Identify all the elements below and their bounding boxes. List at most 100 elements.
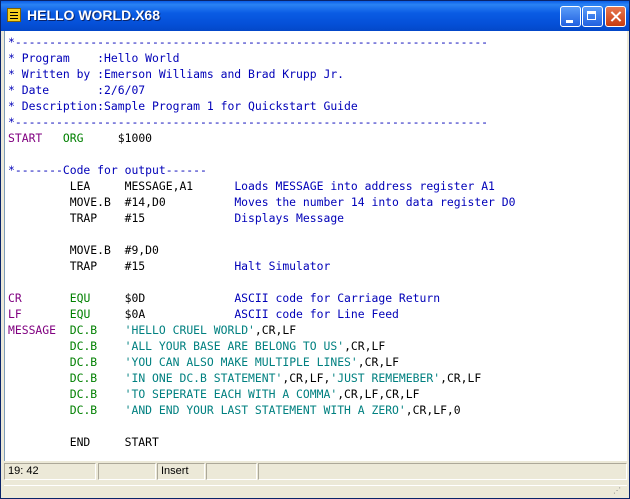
code-token: * Date :2/6/07 — [8, 83, 146, 97]
bottom-strip: ⋰ — [4, 485, 627, 498]
code-line[interactable]: MOVE.B #14,D0 Moves the number 14 into d… — [8, 194, 516, 210]
close-button[interactable] — [605, 6, 626, 27]
code-editor[interactable]: *---------------------------------------… — [4, 31, 627, 461]
code-line[interactable]: * Program :Hello World — [8, 50, 515, 66]
status-bar: 19: 42 Insert — [4, 462, 627, 482]
editor-document-icon[interactable] — [7, 8, 21, 22]
code-token: DC.B — [69, 355, 98, 369]
code-line[interactable]: LF EQU $0A ASCII code for Line Feed — [8, 306, 515, 322]
code-token: $0A — [90, 307, 235, 321]
code-token: *---------------------------------------… — [8, 35, 489, 49]
code-line[interactable]: DC.B 'AND END YOUR LAST STATEMENT WITH A… — [8, 402, 515, 418]
code-token: EQU — [69, 307, 91, 321]
code-line[interactable]: * Description:Sample Program 1 for Quick… — [8, 98, 515, 114]
code-token: 'TO SEPERATE EACH WITH A COMMA' — [124, 387, 338, 401]
code-token: DC.B — [69, 403, 98, 417]
code-line[interactable]: *---------------------------------------… — [8, 34, 515, 50]
code-line[interactable]: *-------Code for output------ — [8, 162, 515, 178]
code-token: $0D — [90, 291, 235, 305]
code-token: ASCII code for Carriage Return — [234, 291, 441, 305]
code-line[interactable]: * Date :2/6/07 — [8, 82, 515, 98]
code-token: 'JUST REMEMEBER' — [330, 371, 441, 385]
code-line[interactable]: START ORG $1000 — [8, 130, 515, 146]
source-code[interactable]: *---------------------------------------… — [8, 34, 515, 450]
code-line[interactable] — [8, 146, 515, 162]
code-line[interactable]: DC.B 'TO SEPERATE EACH WITH A COMMA',CR,… — [8, 386, 515, 402]
editor-window: HELLO WORLD.X68 *-----------------------… — [0, 0, 630, 499]
minimize-icon — [561, 7, 580, 26]
code-line[interactable]: END START — [8, 434, 515, 450]
code-token: ORG — [62, 131, 84, 145]
title-bar[interactable]: HELLO WORLD.X68 — [1, 1, 629, 31]
code-token: * Program :Hello World — [8, 51, 180, 65]
code-token: TRAP #15 — [8, 259, 235, 273]
code-token: * Written by :Emerson Williams and Brad … — [8, 67, 345, 81]
code-line[interactable]: MESSAGE DC.B 'HELLO CRUEL WORLD',CR,LF — [8, 322, 515, 338]
code-token: *---------------------------------------… — [8, 115, 489, 129]
code-token: ,CR,LF — [440, 371, 482, 385]
code-line[interactable]: DC.B 'YOU CAN ALSO MAKE MULTIPLE LINES',… — [8, 354, 515, 370]
code-line[interactable]: TRAP #15 Halt Simulator — [8, 258, 515, 274]
cursor-position: 19: 42 — [4, 463, 96, 480]
code-token: Displays Message — [234, 211, 345, 225]
code-line[interactable]: TRAP #15 Displays Message — [8, 210, 515, 226]
code-token: LF — [8, 307, 22, 321]
code-token: *-------Code for output------ — [8, 163, 207, 177]
code-line[interactable] — [8, 226, 515, 242]
code-token: MOVE.B #14,D0 — [8, 195, 235, 209]
code-token: DC.B — [69, 339, 98, 353]
code-line[interactable]: *---------------------------------------… — [8, 114, 515, 130]
code-token: CR — [8, 291, 22, 305]
code-token: MESSAGE — [8, 323, 57, 337]
code-token: 'IN ONE DC.B STATEMENT' — [124, 371, 283, 385]
code-token: MOVE.B #9,D0 — [8, 243, 159, 257]
code-line[interactable] — [8, 274, 515, 290]
code-token: 'AND END YOUR LAST STATEMENT WITH A ZERO… — [124, 403, 406, 417]
code-token: DC.B — [69, 323, 98, 337]
code-line[interactable]: DC.B 'ALL YOUR BASE ARE BELONG TO US',CR… — [8, 338, 515, 354]
code-line[interactable] — [8, 418, 515, 434]
code-token: ,CR,LF,0 — [405, 403, 461, 417]
code-token: 'ALL YOUR BASE ARE BELONG TO US' — [124, 339, 345, 353]
status-panel-4 — [206, 463, 257, 480]
minimize-button[interactable] — [560, 6, 581, 27]
code-token: ,CR,LF,CR,LF — [337, 387, 420, 401]
code-token: ,CR,LF, — [282, 371, 331, 385]
maximize-button[interactable] — [582, 6, 603, 27]
code-token: DC.B — [69, 371, 98, 385]
code-token: ,CR,LF — [344, 339, 386, 353]
code-line[interactable]: LEA MESSAGE,A1 Loads MESSAGE into addres… — [8, 178, 515, 194]
code-line[interactable]: * Written by :Emerson Williams and Brad … — [8, 66, 515, 82]
insert-mode-indicator: Insert — [157, 463, 205, 480]
code-token: ,CR,LF — [254, 323, 297, 337]
code-token: END START — [8, 435, 159, 449]
close-icon — [606, 7, 625, 26]
code-token: EQU — [69, 291, 91, 305]
code-token: Loads MESSAGE into address register A1 — [234, 179, 495, 193]
code-token: ASCII code for Line Feed — [234, 307, 399, 321]
resize-grip-icon[interactable]: ⋰ — [613, 486, 621, 495]
code-line[interactable]: CR EQU $0D ASCII code for Carriage Retur… — [8, 290, 515, 306]
code-token: LEA MESSAGE,A1 — [8, 179, 235, 193]
code-token: 'YOU CAN ALSO MAKE MULTIPLE LINES' — [124, 355, 358, 369]
code-token: ,CR,LF — [357, 355, 399, 369]
code-token: START — [8, 131, 43, 145]
code-line[interactable]: DC.B 'IN ONE DC.B STATEMENT',CR,LF,'JUST… — [8, 370, 515, 386]
code-token: Moves the number 14 into data register D… — [234, 195, 516, 209]
status-panel-2 — [98, 463, 156, 480]
code-line[interactable]: MOVE.B #9,D0 — [8, 242, 515, 258]
